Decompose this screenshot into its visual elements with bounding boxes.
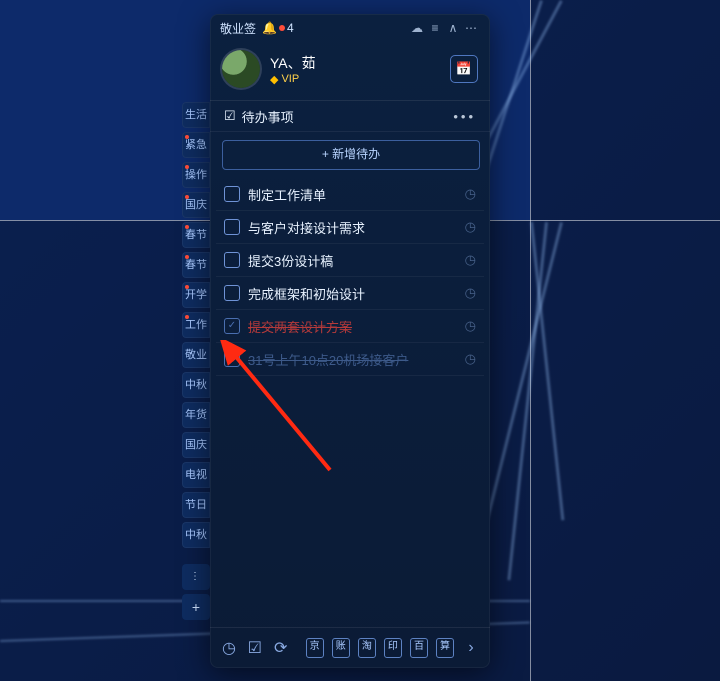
- task-reminder-icon[interactable]: ◷: [465, 285, 476, 301]
- task-row[interactable]: 提交3份设计稿 ◷: [216, 244, 484, 277]
- task-reminder-icon[interactable]: ◷: [465, 252, 476, 268]
- task-reminder-icon[interactable]: ◷: [465, 351, 476, 367]
- app-panel: 敬业签 🔔 4 ☁ ≡ ∧ ⋯ YA、茹 ◆ VIP 📅 ☑ 待办事项 ••• …: [210, 14, 490, 668]
- ribbon-item[interactable]: 节日: [182, 492, 210, 518]
- ribbon-item[interactable]: 国庆: [182, 432, 210, 458]
- shortcut-taobao[interactable]: 淘: [358, 638, 376, 658]
- task-row[interactable]: 提交两套设计方案 ◷: [216, 310, 484, 343]
- profile-row: YA、茹 ◆ VIP 📅: [210, 42, 490, 100]
- ribbon-item[interactable]: 中秋: [182, 522, 210, 548]
- task-text: 提交两套设计方案: [248, 317, 457, 336]
- task-checkbox[interactable]: [224, 318, 240, 334]
- bottom-bar: ◷ ☑ ⟳ 京 账 淘 印 百 算 ›: [210, 627, 490, 668]
- ribbon-item[interactable]: 开学: [182, 282, 210, 308]
- task-row[interactable]: 制定工作清单 ◷: [216, 178, 484, 211]
- ribbon-item[interactable]: 国庆: [182, 192, 210, 218]
- ribbon-item[interactable]: 中秋: [182, 372, 210, 398]
- notification-badge[interactable]: 🔔 4: [262, 21, 294, 35]
- shortcut-jd[interactable]: 京: [306, 638, 324, 658]
- ribbon-more-button[interactable]: ⋮: [182, 564, 210, 590]
- ribbon-item[interactable]: 电视: [182, 462, 210, 488]
- notification-count: 4: [287, 21, 294, 35]
- ribbon-item[interactable]: 操作: [182, 162, 210, 188]
- ribbon-item[interactable]: 工作: [182, 312, 210, 338]
- todo-list-icon: ☑: [224, 108, 236, 124]
- task-reminder-icon[interactable]: ◷: [465, 318, 476, 334]
- collapse-icon[interactable]: ∧: [444, 21, 462, 35]
- cloud-sync-icon[interactable]: ☁: [408, 21, 426, 35]
- ribbon-item[interactable]: 年货: [182, 402, 210, 428]
- calendar-icon[interactable]: 📅: [450, 55, 478, 83]
- section-title: 待办事项: [242, 107, 294, 126]
- task-checkbox[interactable]: [224, 219, 240, 235]
- task-text: 制定工作清单: [248, 185, 457, 204]
- task-row[interactable]: 31号上午10点20机场接客户 ◷: [216, 343, 484, 376]
- shortcut-baidu[interactable]: 百: [410, 638, 428, 658]
- task-checkbox[interactable]: [224, 351, 240, 367]
- task-row[interactable]: 与客户对接设计需求 ◷: [216, 211, 484, 244]
- ribbon-item[interactable]: 敬业: [182, 342, 210, 368]
- add-task-button[interactable]: + 新增待办: [222, 140, 480, 170]
- ribbon-item[interactable]: 生活: [182, 102, 210, 128]
- task-reminder-icon[interactable]: ◷: [465, 219, 476, 235]
- title-bar: 敬业签 🔔 4 ☁ ≡ ∧ ⋯: [210, 14, 490, 42]
- shortcut-print[interactable]: 印: [384, 638, 402, 658]
- todo-view-icon[interactable]: ☑: [246, 638, 264, 658]
- more-icon[interactable]: ⋯: [462, 21, 480, 35]
- refresh-icon[interactable]: ⟳: [272, 638, 290, 658]
- diamond-icon: ◆: [270, 73, 278, 86]
- category-ribbon: 生活紧急操作国庆春节春节开学工作敬业中秋年货国庆电视节日中秋⋮+: [182, 102, 210, 620]
- username: YA、茹: [270, 53, 450, 73]
- vip-badge: ◆ VIP: [270, 73, 450, 86]
- ribbon-add-button[interactable]: +: [182, 594, 210, 620]
- app-title: 敬业签: [220, 20, 256, 37]
- task-row[interactable]: 完成框架和初始设计 ◷: [216, 277, 484, 310]
- task-text: 与客户对接设计需求: [248, 218, 457, 237]
- task-checkbox[interactable]: [224, 252, 240, 268]
- ribbon-item[interactable]: 紧急: [182, 132, 210, 158]
- shortcut-calc[interactable]: 算: [436, 638, 454, 658]
- task-checkbox[interactable]: [224, 186, 240, 202]
- menu-icon[interactable]: ≡: [426, 21, 444, 35]
- notification-dot: [279, 25, 285, 31]
- section-header: ☑ 待办事项 •••: [210, 100, 490, 132]
- next-icon[interactable]: ›: [462, 638, 480, 658]
- shortcut-account[interactable]: 账: [332, 638, 350, 658]
- task-text: 31号上午10点20机场接客户: [248, 350, 457, 369]
- task-checkbox[interactable]: [224, 285, 240, 301]
- task-list: 制定工作清单◷与客户对接设计需求◷提交3份设计稿◷完成框架和初始设计◷提交两套设…: [210, 178, 490, 376]
- section-more-icon[interactable]: •••: [453, 109, 476, 124]
- ribbon-item[interactable]: 春节: [182, 222, 210, 248]
- task-reminder-icon[interactable]: ◷: [465, 186, 476, 202]
- avatar[interactable]: [222, 50, 260, 88]
- history-icon[interactable]: ◷: [220, 638, 238, 658]
- task-text: 提交3份设计稿: [248, 251, 457, 270]
- ribbon-item[interactable]: 春节: [182, 252, 210, 278]
- vip-label: VIP: [281, 73, 299, 85]
- bell-icon: 🔔: [262, 21, 277, 35]
- task-text: 完成框架和初始设计: [248, 284, 457, 303]
